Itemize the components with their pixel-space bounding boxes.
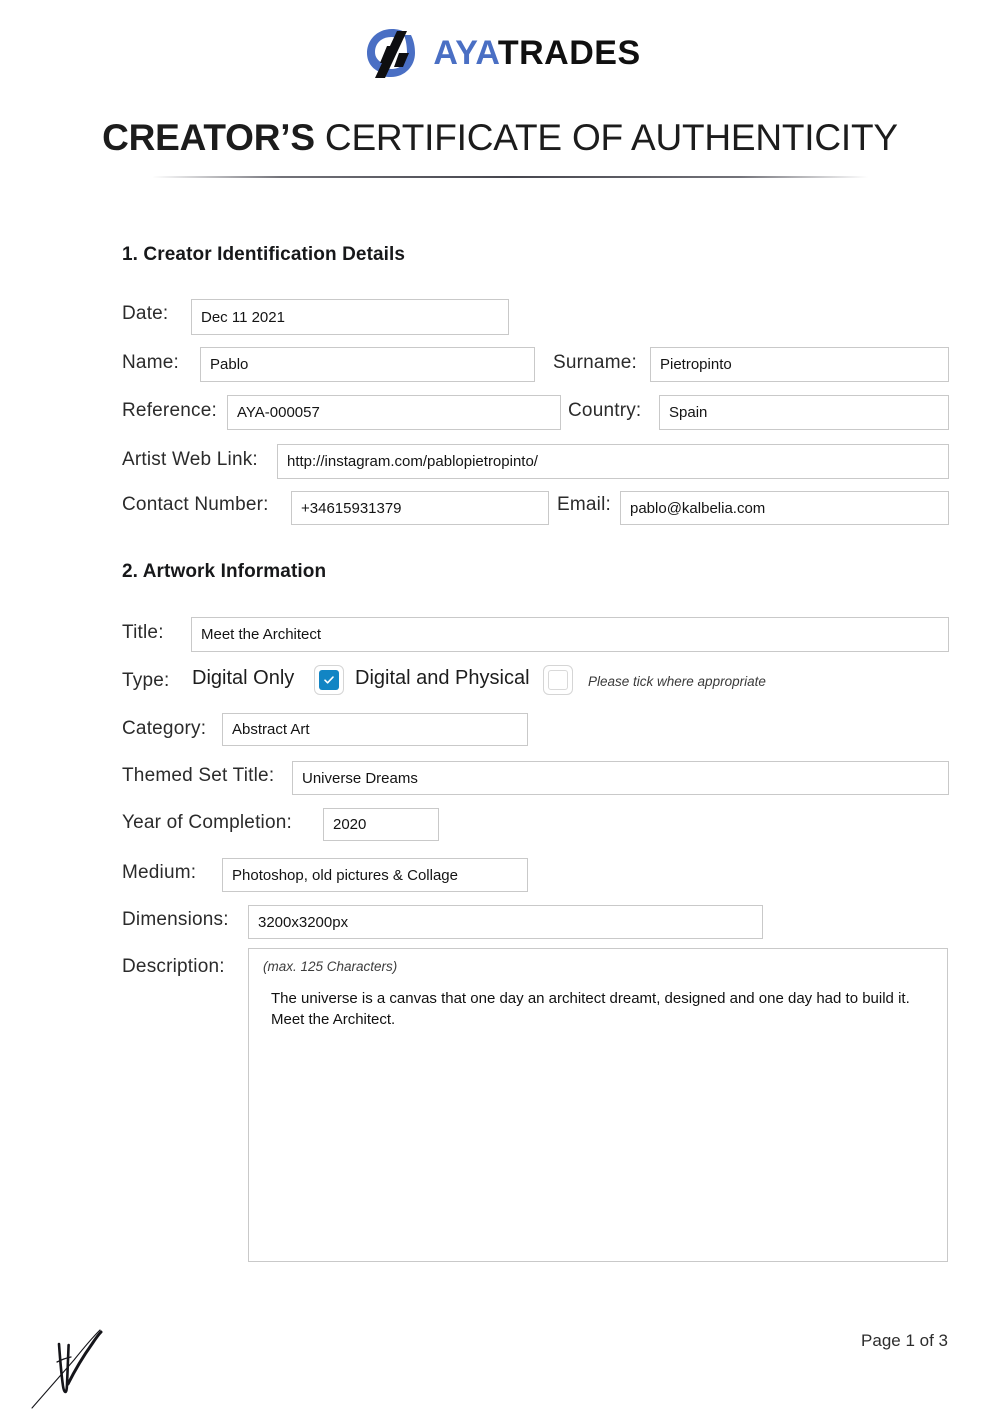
type-label: Type:	[122, 670, 170, 691]
surname-label: Surname:	[553, 352, 637, 373]
type-hint-text: Please tick where appropriate	[588, 674, 766, 689]
type-option-digital-only-label: Digital Only	[192, 667, 295, 689]
brand-name-primary: AYA	[433, 34, 498, 72]
category-field[interactable]: Abstract Art	[222, 713, 528, 746]
themed-set-title-label: Themed Set Title:	[122, 765, 275, 786]
email-label: Email:	[557, 494, 611, 515]
handwritten-signature-icon	[30, 1318, 120, 1414]
surname-field[interactable]: Pietropinto	[650, 347, 949, 382]
page-number: Page 1 of 3	[861, 1331, 948, 1350]
description-textarea[interactable]: (max. 125 Characters) The universe is a …	[248, 948, 948, 1262]
checkbox-digital-only-fill	[319, 670, 339, 690]
checkbox-digital-and-physical-fill	[548, 670, 568, 690]
title-divider	[152, 176, 868, 178]
year-of-completion-field[interactable]: 2020	[323, 808, 439, 841]
ayatrades-logo-mark-icon	[359, 22, 421, 84]
page-title-light: CERTIFICATE OF AUTHENTICITY	[324, 117, 898, 158]
dimensions-label: Dimensions:	[122, 909, 229, 930]
themed-set-title-field[interactable]: Universe Dreams	[292, 761, 949, 795]
medium-field[interactable]: Photoshop, old pictures & Collage	[222, 858, 528, 892]
artist-web-link-label: Artist Web Link:	[122, 449, 258, 470]
name-label: Name:	[122, 352, 179, 373]
checkbox-digital-and-physical[interactable]	[543, 665, 573, 695]
country-field[interactable]: Spain	[659, 395, 949, 430]
brand-header: AYATRADES	[0, 18, 1000, 88]
reference-field[interactable]: AYA-000057	[227, 395, 561, 430]
brand-name-secondary: TRADES	[497, 34, 641, 72]
section-1-heading: 1. Creator Identification Details	[122, 244, 406, 265]
contact-number-label: Contact Number:	[122, 494, 269, 515]
artwork-title-field[interactable]: Meet the Architect	[191, 617, 949, 652]
email-field[interactable]: pablo@kalbelia.com	[620, 491, 949, 525]
description-value: The universe is a canvas that one day an…	[271, 990, 910, 1028]
artwork-title-label: Title:	[122, 622, 164, 643]
brand-wordmark: AYATRADES	[433, 36, 640, 70]
name-field[interactable]: Pablo	[200, 347, 535, 382]
artist-web-link-field[interactable]: http://instagram.com/pablopietropinto/	[277, 444, 949, 479]
check-icon	[324, 676, 334, 684]
type-option-digital-physical-label: Digital and Physical	[355, 667, 530, 689]
checkbox-digital-only[interactable]	[314, 665, 344, 695]
page-title-bold: CREATOR’S	[102, 117, 315, 158]
contact-number-field[interactable]: +34615931379	[291, 491, 549, 525]
date-field[interactable]: Dec 11 2021	[191, 299, 509, 335]
reference-label: Reference:	[122, 400, 217, 421]
date-label: Date:	[122, 303, 169, 324]
country-label: Country:	[568, 400, 642, 421]
year-of-completion-label: Year of Completion:	[122, 812, 292, 833]
description-label: Description:	[122, 956, 225, 977]
page-title: CREATOR’S CERTIFICATE OF AUTHENTICITY	[0, 116, 1000, 160]
category-label: Category:	[122, 718, 207, 739]
description-hint: (max. 125 Characters)	[263, 959, 398, 974]
dimensions-field[interactable]: 3200x3200px	[248, 905, 763, 939]
section-2-heading: 2. Artwork Information	[122, 561, 327, 582]
medium-label: Medium:	[122, 862, 197, 883]
